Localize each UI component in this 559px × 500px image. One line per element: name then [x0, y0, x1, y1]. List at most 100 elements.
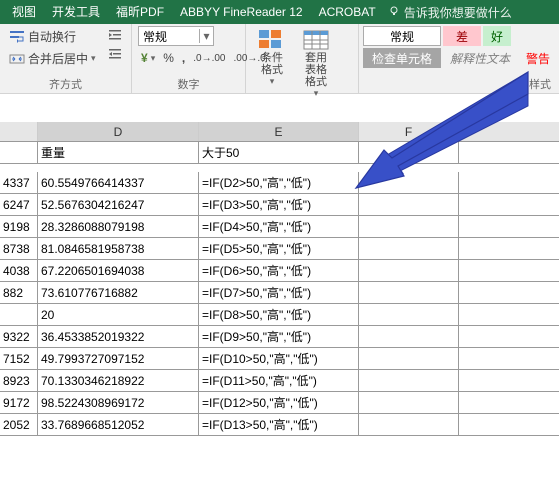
cell[interactable]: =IF(D12>50,"高","低")	[199, 392, 359, 413]
tab-dev[interactable]: 开发工具	[44, 0, 108, 24]
cell[interactable]: 98.5224308969172	[38, 392, 199, 413]
tab-view[interactable]: 视图	[4, 0, 44, 24]
percent-button[interactable]: %	[160, 49, 177, 67]
cell[interactable]: 9322	[0, 326, 38, 347]
table-row: 624752.5676304216247=IF(D3>50,"高","低")	[0, 194, 559, 216]
styles-group-label: 样式	[363, 76, 557, 94]
table-row: 20=IF(D8>50,"高","低")	[0, 304, 559, 326]
comma-button[interactable]: ,	[179, 49, 188, 67]
cell[interactable]	[0, 304, 38, 325]
wrap-text-button[interactable]: 自动换行	[6, 26, 99, 47]
style-bad-button[interactable]: 差	[443, 26, 481, 46]
bulb-icon	[388, 5, 400, 20]
indent-inc-button[interactable]	[105, 26, 125, 44]
style-good-button[interactable]: 好	[483, 26, 511, 46]
cell[interactable]: 28.3286088079198	[38, 216, 199, 237]
cell[interactable]: 52.5676304216247	[38, 194, 199, 215]
cell[interactable]: 20	[38, 304, 199, 325]
cell[interactable]: 8923	[0, 370, 38, 391]
chevron-down-icon: ▾	[199, 29, 213, 43]
cell[interactable]: 4337	[0, 172, 38, 193]
table-row: 892370.1330346218922=IF(D11>50,"高","低")	[0, 370, 559, 392]
cell[interactable]: 882	[0, 282, 38, 303]
col-header-e[interactable]: E	[199, 122, 359, 141]
cell[interactable]: =IF(D11>50,"高","低")	[199, 370, 359, 391]
conditional-format-button[interactable]: 条件格式 ▾	[252, 26, 292, 89]
comma-icon: ,	[182, 51, 185, 65]
style-explain-button[interactable]: 解释性文本	[443, 48, 517, 68]
percent-icon: %	[163, 51, 174, 65]
tab-acrobat[interactable]: ACROBAT	[311, 0, 384, 24]
tab-abbyy[interactable]: ABBYY FineReader 12	[172, 0, 311, 24]
table-row: 715249.7993727097152=IF(D10>50,"高","低")	[0, 348, 559, 370]
cell[interactable]	[359, 216, 459, 237]
cell[interactable]: 9198	[0, 216, 38, 237]
cell[interactable]	[359, 370, 459, 391]
cell[interactable]: 大于50	[199, 142, 359, 163]
tell-me-box[interactable]: 告诉我你想要做什么	[388, 4, 512, 21]
cell[interactable]	[359, 348, 459, 369]
cell[interactable]: 9172	[0, 392, 38, 413]
cell[interactable]: 60.5549766414337	[38, 172, 199, 193]
cell[interactable]	[0, 142, 38, 163]
cell[interactable]: =IF(D3>50,"高","低")	[199, 194, 359, 215]
cell[interactable]: =IF(D13>50,"高","低")	[199, 414, 359, 435]
table-format-label: 套用 表格格式	[300, 52, 332, 88]
number-format-combo[interactable]: 常规 ▾	[138, 26, 214, 46]
cell[interactable]: 7152	[0, 348, 38, 369]
cell[interactable]: =IF(D8>50,"高","低")	[199, 304, 359, 325]
cell[interactable]	[359, 414, 459, 435]
cell[interactable]: 70.1330346218922	[38, 370, 199, 391]
cell[interactable]: =IF(D2>50,"高","低")	[199, 172, 359, 193]
cell[interactable]: 73.610776716882	[38, 282, 199, 303]
table-row: 433760.5549766414337=IF(D2>50,"高","低")	[0, 172, 559, 194]
cell[interactable]	[359, 238, 459, 259]
merge-center-button[interactable]: 合并后居中 ▾	[6, 48, 99, 69]
style-normal-button[interactable]: 常规	[363, 26, 441, 46]
cell[interactable]	[359, 282, 459, 303]
cell[interactable]	[359, 172, 459, 193]
table-row: 873881.0846581958738=IF(D5>50,"高","低")	[0, 238, 559, 260]
cell[interactable]: =IF(D5>50,"高","低")	[199, 238, 359, 259]
cell[interactable]: 67.2206501694038	[38, 260, 199, 281]
cell[interactable]: =IF(D9>50,"高","低")	[199, 326, 359, 347]
wrap-text-icon	[9, 29, 25, 45]
inc-decimal-button[interactable]: .0→.00	[190, 49, 228, 67]
cell[interactable]: 8738	[0, 238, 38, 259]
cell[interactable]	[359, 142, 459, 163]
tell-me-label: 告诉我你想要做什么	[404, 4, 512, 21]
worksheet[interactable]: D E F 重量 大于50 433760.5549766414337=IF(D2…	[0, 122, 559, 436]
cell[interactable]: =IF(D7>50,"高","低")	[199, 282, 359, 303]
cond-format-label: 条件格式	[256, 52, 288, 76]
cell[interactable]: 33.7689668512052	[38, 414, 199, 435]
cell[interactable]: 6247	[0, 194, 38, 215]
cell[interactable]: =IF(D4>50,"高","低")	[199, 216, 359, 237]
cell[interactable]: 49.7993727097152	[38, 348, 199, 369]
cell[interactable]: 36.4533852019322	[38, 326, 199, 347]
indent-dec-button[interactable]	[105, 45, 125, 63]
col-header-f[interactable]: F	[359, 122, 459, 141]
cell[interactable]	[359, 194, 459, 215]
cell[interactable]	[359, 304, 459, 325]
cell[interactable]	[359, 392, 459, 413]
cell[interactable]: 4038	[0, 260, 38, 281]
style-warn-button[interactable]: 警告	[519, 48, 557, 68]
table-row: 205233.7689668512052=IF(D13>50,"高","低")	[0, 414, 559, 436]
chevron-down-icon: ▾	[314, 88, 319, 99]
style-check-button[interactable]: 检查单元格	[363, 48, 441, 68]
merge-label: 合并后居中	[28, 50, 88, 67]
cell[interactable]: 81.0846581958738	[38, 238, 199, 259]
col-header-d[interactable]: D	[38, 122, 199, 141]
cell[interactable]: 重量	[38, 142, 199, 163]
cell[interactable]: =IF(D10>50,"高","低")	[199, 348, 359, 369]
cell[interactable]: =IF(D6>50,"高","低")	[199, 260, 359, 281]
currency-button[interactable]: ¥▾	[138, 49, 158, 67]
number-format-label: 常规	[139, 28, 199, 45]
cell[interactable]: 2052	[0, 414, 38, 435]
table-row: 932236.4533852019322=IF(D9>50,"高","低")	[0, 326, 559, 348]
tab-foxit[interactable]: 福昕PDF	[108, 0, 172, 24]
cell[interactable]	[359, 260, 459, 281]
col-header-blank[interactable]	[0, 122, 38, 141]
cell[interactable]	[359, 326, 459, 347]
table-format-button[interactable]: 套用 表格格式 ▾	[296, 26, 336, 101]
